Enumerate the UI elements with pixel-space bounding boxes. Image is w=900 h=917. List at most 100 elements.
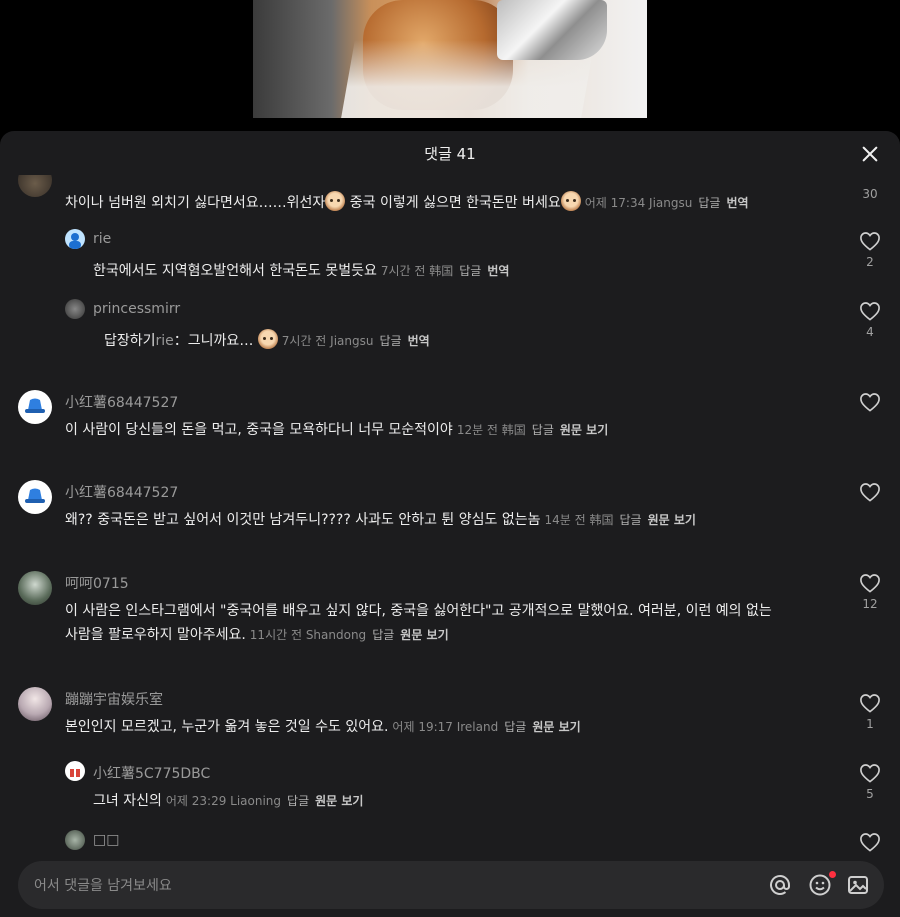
comment-body-cont: 중국 이렇게 싫으면 한국돈만 버세요: [345, 195, 561, 211]
at-sign-icon[interactable]: [768, 873, 792, 897]
view-original-button[interactable]: 원문 보기: [532, 720, 580, 734]
comment-text: 본인인지 모르겠고, 누군가 옮겨 놓은 것일 수도 있어요. 어제 19:17 …: [65, 715, 581, 739]
comment-body-cont: 사람을 팔로우하지 말아주세요.: [65, 627, 246, 643]
avatar[interactable]: [18, 687, 52, 721]
comment-text: 답장하기rie：그니까요… 7시간 전 Jiangsu 답글 번역: [104, 329, 430, 353]
like-count: 5: [866, 787, 874, 801]
comment-meta: 7시간 전 Jiangsu: [281, 334, 374, 348]
comment-text: 그녀 자신의 어제 23:29 Liaoning 답글 원문 보기: [93, 789, 363, 813]
heart-outline-icon: [860, 694, 880, 713]
bucket-hat-icon: [25, 488, 45, 503]
comment-text: 차이나 넘버원 외치기 싫다면서요……위선자 중국 이렇게 싫으면 한국돈만 버…: [65, 191, 749, 215]
avatar[interactable]: [65, 229, 85, 249]
like-count: 4: [866, 325, 874, 339]
comments-title: 댓글 41: [424, 145, 476, 163]
smiley-icon[interactable]: [808, 873, 832, 897]
translate-button[interactable]: 번역: [726, 196, 748, 210]
username[interactable]: rie: [93, 231, 111, 247]
reply-button[interactable]: 답글: [459, 264, 481, 278]
avatar[interactable]: [65, 299, 85, 319]
reply-button[interactable]: 답글: [698, 196, 720, 210]
avatar[interactable]: [65, 761, 85, 781]
comment-text: 한국에서도 지역혐오발언해서 한국돈도 못벌듯요 7시간 전 韩国 답글 번역: [93, 259, 509, 283]
comments-sheet: 댓글 41 차이나 넘버원 외치기 싫다면서요……위선자 중국 이렇게 싫으면 …: [0, 131, 900, 917]
reply-button[interactable]: 답글: [619, 513, 641, 527]
like-button[interactable]: 2: [852, 231, 888, 269]
like-button[interactable]: [852, 392, 888, 412]
dog-emoji-icon: [560, 191, 581, 211]
comment-meta: 어제 17:34 Jiangsu: [584, 196, 693, 210]
comments-list[interactable]: 차이나 넘버원 외치기 싫다면서요……위선자 중국 이렇게 싫으면 한국돈만 버…: [0, 175, 900, 855]
translate-button[interactable]: 번역: [408, 334, 430, 348]
username[interactable]: 蹦蹦宇宙娱乐室: [65, 689, 163, 709]
avatar[interactable]: [18, 390, 52, 424]
comment-body: 본인인지 모르겠고, 누군가 옮겨 놓은 것일 수도 있어요.: [65, 719, 389, 735]
heart-outline-icon: [860, 232, 880, 251]
comment-body: 한국에서도 지역혐오발언해서 한국돈도 못벌듯요: [93, 263, 377, 279]
comment-body: 차이나 넘버원 외치기 싫다면서요……위선자: [65, 195, 326, 211]
comment-meta: 12분 전 韩国: [456, 423, 526, 437]
like-button[interactable]: 1: [852, 693, 888, 731]
heart-outline-icon: [860, 393, 880, 412]
username[interactable]: 小红薯5C775DBC: [93, 763, 210, 783]
username[interactable]: □□: [93, 832, 119, 848]
like-count: 30: [862, 187, 878, 201]
comment-text: 이 사람은 인스타그램에서 "중국어를 배우고 싶지 않다, 중국을 싫어한다"…: [65, 599, 772, 647]
heart-outline-icon: [860, 833, 880, 852]
heart-outline-icon: [860, 764, 880, 783]
avatar[interactable]: [65, 830, 85, 850]
like-count: 2: [866, 255, 874, 269]
comment-input[interactable]: 어서 댓글을 남겨보세요: [34, 875, 172, 895]
username[interactable]: 小红薯68447527: [65, 392, 178, 412]
view-original-button[interactable]: 원문 보기: [315, 794, 363, 808]
reply-button[interactable]: 답글: [379, 334, 401, 348]
comment-text: 왜?? 중국돈은 받고 싶어서 이것만 남겨두니???? 사과도 안하고 튄 양…: [65, 508, 696, 532]
comment-meta: 14분 전 韩国: [544, 513, 614, 527]
avatar[interactable]: [18, 571, 52, 605]
reply-button[interactable]: 답글: [287, 794, 309, 808]
comment-body: 이 사람은 인스타그램에서 "중국어를 배우고 싶지 않다, 중국을 싫어한다"…: [65, 603, 772, 619]
username[interactable]: 小红薯68447527: [65, 482, 178, 502]
comment-body: ：그니까요…: [173, 333, 254, 349]
username[interactable]: 呵呵0715: [65, 573, 129, 593]
reply-button[interactable]: 답글: [504, 720, 526, 734]
reply-target[interactable]: rie: [156, 333, 174, 349]
comment-body: 이 사람이 당신들의 돈을 먹고, 중국을 모욕하다니 너무 모순적이야: [65, 422, 453, 438]
view-original-button[interactable]: 원문 보기: [560, 423, 608, 437]
translate-button[interactable]: 번역: [487, 264, 509, 278]
heart-outline-icon: [860, 574, 880, 593]
avatar-icon: [69, 233, 81, 249]
view-original-button[interactable]: 원문 보기: [400, 628, 448, 642]
view-original-button[interactable]: 원문 보기: [648, 513, 696, 527]
image-icon[interactable]: [846, 873, 870, 897]
like-button[interactable]: 30: [852, 175, 888, 201]
username[interactable]: princessmirr: [93, 301, 180, 317]
comment-text: 이 사람이 당신들의 돈을 먹고, 중국을 모욕하다니 너무 모순적이야 12분 …: [65, 418, 608, 442]
like-button[interactable]: 12: [852, 573, 888, 611]
like-count: 12: [862, 597, 878, 611]
heart-outline-icon: [860, 302, 880, 321]
dog-emoji-icon: [257, 329, 278, 349]
comments-header: 댓글 41: [0, 131, 900, 175]
avatar[interactable]: [18, 175, 52, 197]
gift-box-icon: [70, 767, 80, 777]
comment-meta: 어제 19:17 Ireland: [392, 720, 499, 734]
reply-button[interactable]: 답글: [532, 423, 554, 437]
comment-input-bar[interactable]: 어서 댓글을 남겨보세요: [18, 861, 884, 909]
like-button[interactable]: 4: [852, 301, 888, 339]
dog-emoji-icon: [325, 191, 346, 211]
comment-body: 그녀 자신의: [93, 793, 162, 809]
post-image: [253, 0, 647, 118]
foil-wrap: [497, 0, 607, 60]
avatar[interactable]: [18, 480, 52, 514]
like-button[interactable]: 5: [852, 763, 888, 801]
comment-meta: 11시간 전 Shandong: [249, 628, 367, 642]
like-button[interactable]: [852, 482, 888, 502]
comment-body: 왜?? 중국돈은 받고 싶어서 이것만 남겨두니???? 사과도 안하고 튄 양…: [65, 512, 541, 528]
close-icon[interactable]: [858, 142, 882, 166]
like-button[interactable]: [852, 832, 888, 852]
comment-meta: 7시간 전 韩国: [380, 264, 454, 278]
notification-dot: [829, 871, 836, 878]
comment-meta: 어제 23:29 Liaoning: [165, 794, 282, 808]
reply-button[interactable]: 답글: [372, 628, 394, 642]
